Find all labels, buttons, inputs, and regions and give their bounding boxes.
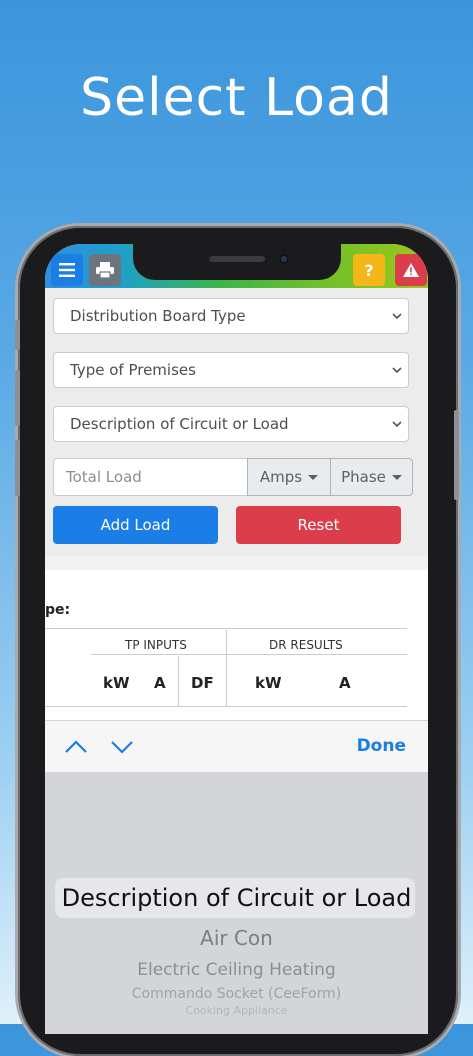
volume-down-button (15, 440, 20, 496)
load-picker-wheel[interactable]: Description of Circuit or Load Air Con E… (45, 772, 428, 1034)
picker-item[interactable]: Commando Socket (CeeForm) (45, 986, 428, 1002)
panel-divider (45, 556, 428, 570)
group-header-border (91, 654, 407, 655)
table-bottom-border (45, 706, 407, 707)
tp-inputs-header: TP INPUTS (125, 638, 187, 652)
power-button (454, 410, 459, 500)
front-camera (279, 254, 289, 264)
picker-item[interactable]: Air Con (45, 926, 428, 950)
chevron-down-icon (392, 421, 402, 428)
menu-button[interactable] (51, 254, 83, 286)
type-label: pe: (45, 602, 71, 618)
tp-kw-column: kW (103, 674, 130, 692)
df-divider (178, 656, 179, 706)
tp-amps-column: A (154, 674, 166, 692)
picker-item[interactable]: Cooking Appliance (45, 1004, 428, 1017)
caret-down-icon (391, 474, 402, 480)
chevron-down-icon (392, 313, 402, 320)
print-icon (96, 262, 114, 278)
chevron-down-icon[interactable] (109, 737, 135, 757)
menu-icon (59, 263, 75, 277)
print-button[interactable] (89, 254, 121, 286)
phone-notch (133, 244, 341, 280)
dr-kw-column: kW (255, 674, 282, 692)
table-top-border (45, 628, 407, 629)
distribution-board-select[interactable]: Distribution Board Type (53, 298, 409, 334)
premises-label: Type of Premises (70, 361, 196, 379)
picker-selected-item[interactable]: Description of Circuit or Load (45, 884, 428, 912)
top-toolbar: ? (45, 244, 428, 288)
load-form: Distribution Board Type Type of Premises… (45, 288, 428, 556)
dr-amps-column: A (339, 674, 351, 692)
volume-up-button (15, 370, 20, 426)
total-load-row: Total Load Amps Phase (53, 458, 413, 496)
description-label: Description of Circuit or Load (70, 415, 289, 433)
warning-icon (403, 263, 419, 277)
description-select[interactable]: Description of Circuit or Load (53, 406, 409, 442)
headline: Select Load (80, 68, 393, 128)
reset-button[interactable]: Reset (236, 506, 401, 544)
dr-results-header: DR RESULTS (269, 638, 343, 652)
tp-df-column: DF (191, 674, 214, 692)
warning-button[interactable] (395, 254, 427, 286)
phase-label: Phase (341, 468, 386, 486)
chevron-up-icon[interactable] (63, 737, 89, 757)
picker-item[interactable]: Electric Ceiling Heating (45, 960, 428, 980)
chevron-down-icon (392, 367, 402, 374)
caret-down-icon (308, 474, 319, 480)
add-load-button[interactable]: Add Load (53, 506, 218, 544)
group-divider (226, 630, 227, 706)
picker-toolbar: Done (45, 720, 428, 773)
help-icon: ? (364, 260, 374, 280)
done-button[interactable]: Done (357, 736, 406, 756)
speaker-grille (209, 256, 265, 262)
total-load-input[interactable]: Total Load (53, 458, 248, 496)
phase-dropdown[interactable]: Phase (330, 458, 413, 496)
distribution-board-label: Distribution Board Type (70, 307, 246, 325)
amps-dropdown[interactable]: Amps (247, 458, 331, 496)
help-button[interactable]: ? (353, 254, 385, 286)
premises-select[interactable]: Type of Premises (53, 352, 409, 388)
amps-label: Amps (259, 468, 303, 486)
app-screen: ? Distribution Board Type Type of Premis… (45, 244, 428, 1034)
mute-switch (15, 320, 20, 350)
